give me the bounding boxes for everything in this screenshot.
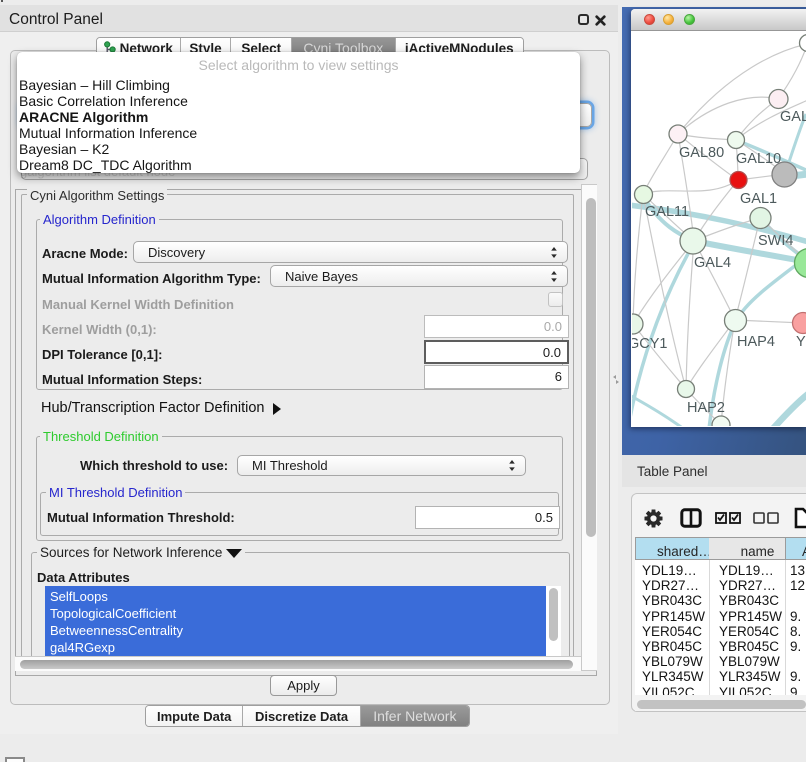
svg-text:GCY1: GCY1 [632,336,668,352]
svg-text:GAL1: GAL1 [740,191,777,207]
svg-text:GAL80: GAL80 [679,145,724,161]
svg-text:HAP2: HAP2 [687,400,725,416]
svg-text:YD: YD [796,334,806,350]
svg-text:HAP4: HAP4 [737,334,775,350]
svg-text:SWI4: SWI4 [758,233,793,249]
svg-text:GAL11: GAL11 [645,204,689,220]
svg-text:GAL10: GAL10 [736,151,781,167]
svg-text:GAL7: GAL7 [780,109,806,125]
svg-text:GAL4: GAL4 [694,255,731,271]
